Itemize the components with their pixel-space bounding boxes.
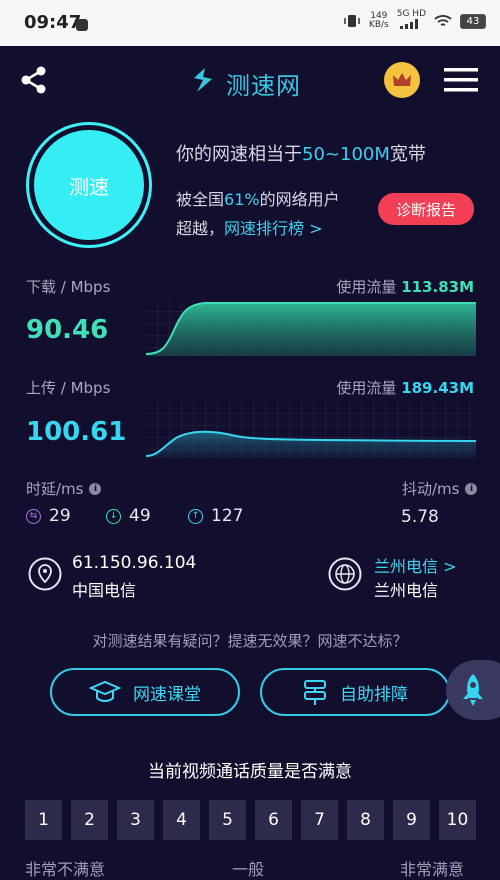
rocket-float-button[interactable] — [446, 660, 500, 720]
help-question: 对测速结果有疑问？提速无效果？网速不达标？ — [92, 632, 408, 650]
menu-button[interactable] — [444, 67, 478, 97]
signal-icon — [400, 19, 419, 29]
rating-low-label: 非常不满意 — [25, 860, 106, 879]
logo-icon — [188, 66, 218, 98]
net-speed-indicator: 149 KB/s — [368, 11, 389, 30]
rating-mid-label: 一般 — [232, 860, 265, 879]
server-select-link[interactable]: 兰州电信 > — [374, 553, 457, 577]
rating-option-5[interactable]: 5 — [209, 800, 246, 840]
jitter-value: 5.78 — [401, 507, 439, 527]
arrow-up-icon: ↑ — [188, 508, 203, 524]
rocket-icon — [463, 674, 483, 706]
status-bar: 09:47 149 KB/s 5G HD 43 — [0, 0, 500, 46]
app-title: 测速网 — [226, 72, 301, 100]
latency-header: 时延/ms i — [26, 478, 102, 499]
arrow-down-icon: ↓ — [106, 508, 121, 524]
upload-usage: 使用流量 189.43M — [336, 379, 474, 397]
rating-option-3[interactable]: 3 — [117, 800, 154, 840]
isp-name: 中国电信 — [72, 581, 137, 600]
upload-graph — [146, 402, 476, 458]
vibrate-icon — [344, 15, 360, 27]
rating-title: 当前视频通话质量是否满意 — [148, 762, 352, 782]
ip-address: 61.150.96.104 — [72, 553, 197, 573]
latency-info-icon[interactable]: i — [89, 482, 102, 495]
graduation-cap-icon — [89, 680, 121, 702]
location-icon — [28, 557, 62, 595]
rating-option-6[interactable]: 6 — [255, 800, 292, 840]
ranking-link[interactable]: 网速排行榜 > — [224, 219, 323, 238]
down-latency-value: ↓ 49 — [106, 506, 151, 526]
rating-option-4[interactable]: 4 — [163, 800, 200, 840]
download-value: 90.46 — [26, 315, 109, 345]
beat-percentage: 被全国61%的网络用户 — [176, 190, 340, 209]
rating-option-7[interactable]: 7 — [301, 800, 338, 840]
signpost-icon — [304, 680, 326, 705]
vip-crown-button[interactable] — [384, 62, 420, 98]
rating-option-8[interactable]: 8 — [347, 800, 384, 840]
speed-equivalent: 你的网速相当于50~100M宽带 — [176, 144, 426, 165]
jitter-info-icon[interactable]: i — [465, 482, 478, 495]
crown-icon — [393, 73, 411, 86]
ping-value: ⇆ 29 — [26, 506, 71, 526]
speed-classroom-button[interactable]: 网速课堂 — [50, 668, 240, 716]
signal-indicator: 5G HD — [397, 10, 426, 32]
notification-icon — [76, 19, 88, 31]
share-icon[interactable] — [18, 64, 50, 100]
status-time: 09:47 — [24, 12, 82, 33]
server-name: 兰州电信 — [374, 581, 439, 600]
battery-icon: 43 — [460, 13, 486, 29]
diagnosis-report-button[interactable]: 诊断报告 — [378, 193, 474, 225]
download-label: 下载 / Mbps — [26, 278, 111, 296]
status-icons: 149 KB/s 5G HD 43 — [343, 10, 486, 32]
rating-option-2[interactable]: 2 — [71, 800, 108, 840]
rating-option-1[interactable]: 1 — [25, 800, 62, 840]
start-test-button[interactable]: 测速 — [34, 130, 144, 240]
ranking-line: 超越，网速排行榜 > — [176, 219, 323, 238]
self-troubleshoot-button[interactable]: 自助排障 — [260, 668, 450, 716]
download-graph — [146, 300, 476, 356]
rating-option-10[interactable]: 10 — [439, 800, 476, 840]
download-usage: 使用流量 113.83M — [336, 278, 474, 296]
up-latency-value: ↑ 127 — [188, 506, 243, 526]
ping-icon: ⇆ — [26, 508, 41, 524]
upload-value: 100.61 — [26, 417, 127, 447]
wifi-icon — [434, 15, 452, 26]
rating-option-9[interactable]: 9 — [393, 800, 430, 840]
hamburger-icon — [444, 68, 478, 92]
rating-high-label: 非常满意 — [400, 860, 465, 879]
upload-label: 上传 / Mbps — [26, 379, 111, 397]
jitter-header: 抖动/ms i — [402, 478, 478, 499]
server-globe-icon — [328, 557, 362, 595]
